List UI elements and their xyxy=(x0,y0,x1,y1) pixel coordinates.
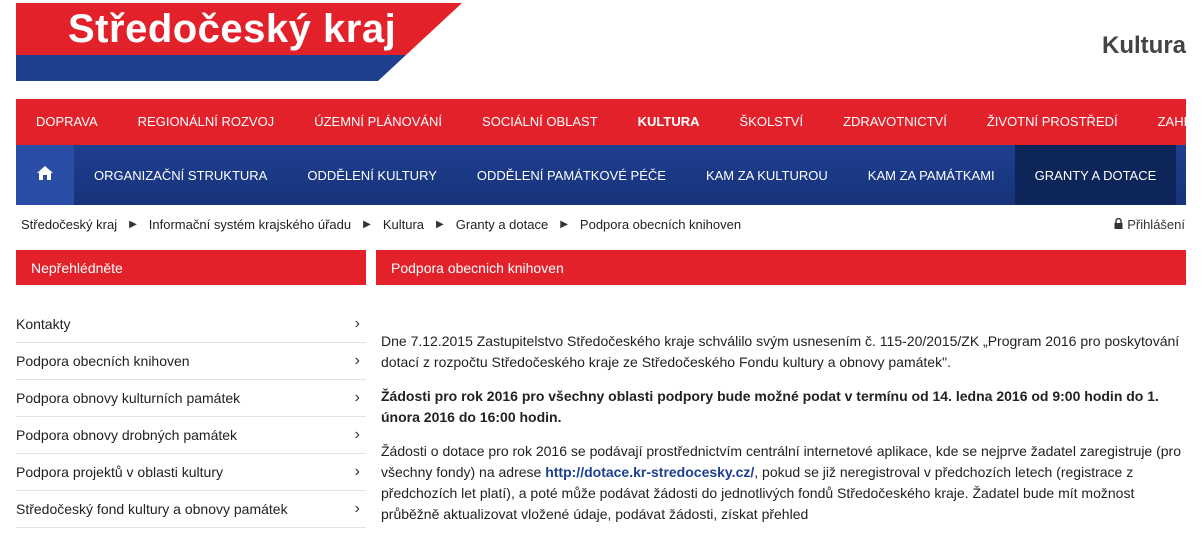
sidebar-item-podpora-obnovy-kulturnich-pamatek[interactable]: Podpora obnovy kulturních památek › xyxy=(16,380,366,417)
dotace-link[interactable]: http://dotace.kr-stredocesky.cz/ xyxy=(545,464,754,480)
subnav-kam-za-kulturou[interactable]: Kam za kulturou xyxy=(686,145,848,205)
breadcrumb: Středočeský kraj ▶ Informační systém kra… xyxy=(21,217,741,232)
nav-zahranici[interactable]: Zahraničí xyxy=(1138,99,1202,145)
sidebar-item-label: Podpora obecních knihoven xyxy=(16,353,190,369)
sidebar-item-label: Podpora obnovy drobných památek xyxy=(16,427,238,443)
sidebar-list: Kontakty › Podpora obecních knihoven › P… xyxy=(16,306,366,528)
breadcrumb-item[interactable]: Kultura xyxy=(383,217,424,232)
nav-regionalni-rozvoj[interactable]: Regionální rozvoj xyxy=(118,99,295,145)
nav-socialni-oblast[interactable]: Sociální oblast xyxy=(462,99,618,145)
nav-zdravotnictvi[interactable]: Zdravotnictví xyxy=(823,99,967,145)
lock-icon xyxy=(1114,217,1123,232)
nav-doprava[interactable]: Doprava xyxy=(16,99,118,145)
breadcrumb-arrow-icon: ▶ xyxy=(560,219,568,230)
article-body: Dne 7.12.2015 Zastupitelstvo Středočeské… xyxy=(381,331,1181,538)
subnav-oddeleni-kultury[interactable]: Oddělení kultury xyxy=(287,145,457,205)
nav-skolstvi[interactable]: Školství xyxy=(720,99,824,145)
article-paragraph: Žádosti o dotace pro rok 2016 se podávaj… xyxy=(381,441,1181,525)
article-paragraph: Dne 7.12.2015 Zastupitelstvo Středočeské… xyxy=(381,333,1180,370)
sidebar-item-kontakty[interactable]: Kontakty › xyxy=(16,306,366,343)
home-button[interactable] xyxy=(16,145,74,205)
nav-uzemni-planovani[interactable]: Územní plánování xyxy=(294,99,462,145)
home-icon xyxy=(37,165,53,185)
login-label: Přihlášení xyxy=(1127,217,1185,232)
sub-navigation: Organizační struktura Oddělení kultury O… xyxy=(16,145,1186,205)
sidebar-item-label: Podpora obnovy kulturních památek xyxy=(16,390,241,406)
breadcrumb-item[interactable]: Granty a dotace xyxy=(456,217,549,232)
chevron-right-icon: › xyxy=(354,426,360,443)
subnav-kam-za-pamatkami[interactable]: Kam za památkami xyxy=(848,145,1015,205)
breadcrumb-item[interactable]: Středočeský kraj xyxy=(21,217,117,232)
sidebar-item-label: Středočeský fond kultury a obnovy památe… xyxy=(16,501,288,517)
main-navigation: Doprava Regionální rozvoj Územní plánová… xyxy=(16,99,1202,145)
breadcrumb-current: Podpora obecních knihoven xyxy=(579,217,742,232)
chevron-right-icon: › xyxy=(354,389,360,406)
logo-text: Středočeský kraj xyxy=(68,7,397,51)
sidebar-item-podpora-projektu[interactable]: Podpora projektů v oblasti kultury › xyxy=(16,454,366,491)
breadcrumb-arrow-icon: ▶ xyxy=(363,219,371,230)
nav-kultura[interactable]: Kultura xyxy=(618,99,720,145)
login-link[interactable]: Přihlášení xyxy=(1114,217,1185,232)
article-bold-text: Žádosti pro rok 2016 pro všechny oblasti… xyxy=(381,388,1159,425)
subnav-organizacni-struktura[interactable]: Organizační struktura xyxy=(74,145,287,205)
subnav-oddeleni-pamatkove-pece[interactable]: Oddělení památkové péče xyxy=(457,145,686,205)
chevron-right-icon: › xyxy=(354,500,360,517)
section-title: Kultura xyxy=(1102,32,1186,59)
site-logo[interactable]: Středočeský kraj xyxy=(16,3,462,81)
sidebar-item-stredocesky-fond[interactable]: Středočeský fond kultury a obnovy památe… xyxy=(16,491,366,528)
sidebar-item-label: Kontakty xyxy=(16,316,71,332)
breadcrumb-item[interactable]: Informační systém krajského úřadu xyxy=(149,217,351,232)
nav-zivotni-prostredi[interactable]: Životní prostředí xyxy=(967,99,1138,145)
breadcrumb-arrow-icon: ▶ xyxy=(129,219,137,230)
article-title: Podpora obecnich knihoven xyxy=(376,250,1186,285)
chevron-right-icon: › xyxy=(354,352,360,369)
chevron-right-icon: › xyxy=(354,315,360,332)
chevron-right-icon: › xyxy=(354,463,360,480)
sidebar-item-podpora-obecnich-knihoven[interactable]: Podpora obecních knihoven › xyxy=(16,343,366,380)
subnav-granty-a-dotace[interactable]: Granty a dotace xyxy=(1014,145,1177,205)
breadcrumb-arrow-icon: ▶ xyxy=(436,219,444,230)
sidebar-item-label: Podpora projektů v oblasti kultury xyxy=(16,464,223,480)
article-paragraph-bold: Žádosti pro rok 2016 pro všechny oblasti… xyxy=(381,386,1181,428)
sidebar-title: Nepřehlédněte xyxy=(16,250,366,285)
sidebar-item-podpora-obnovy-drobnych-pamatek[interactable]: Podpora obnovy drobných památek › xyxy=(16,417,366,454)
